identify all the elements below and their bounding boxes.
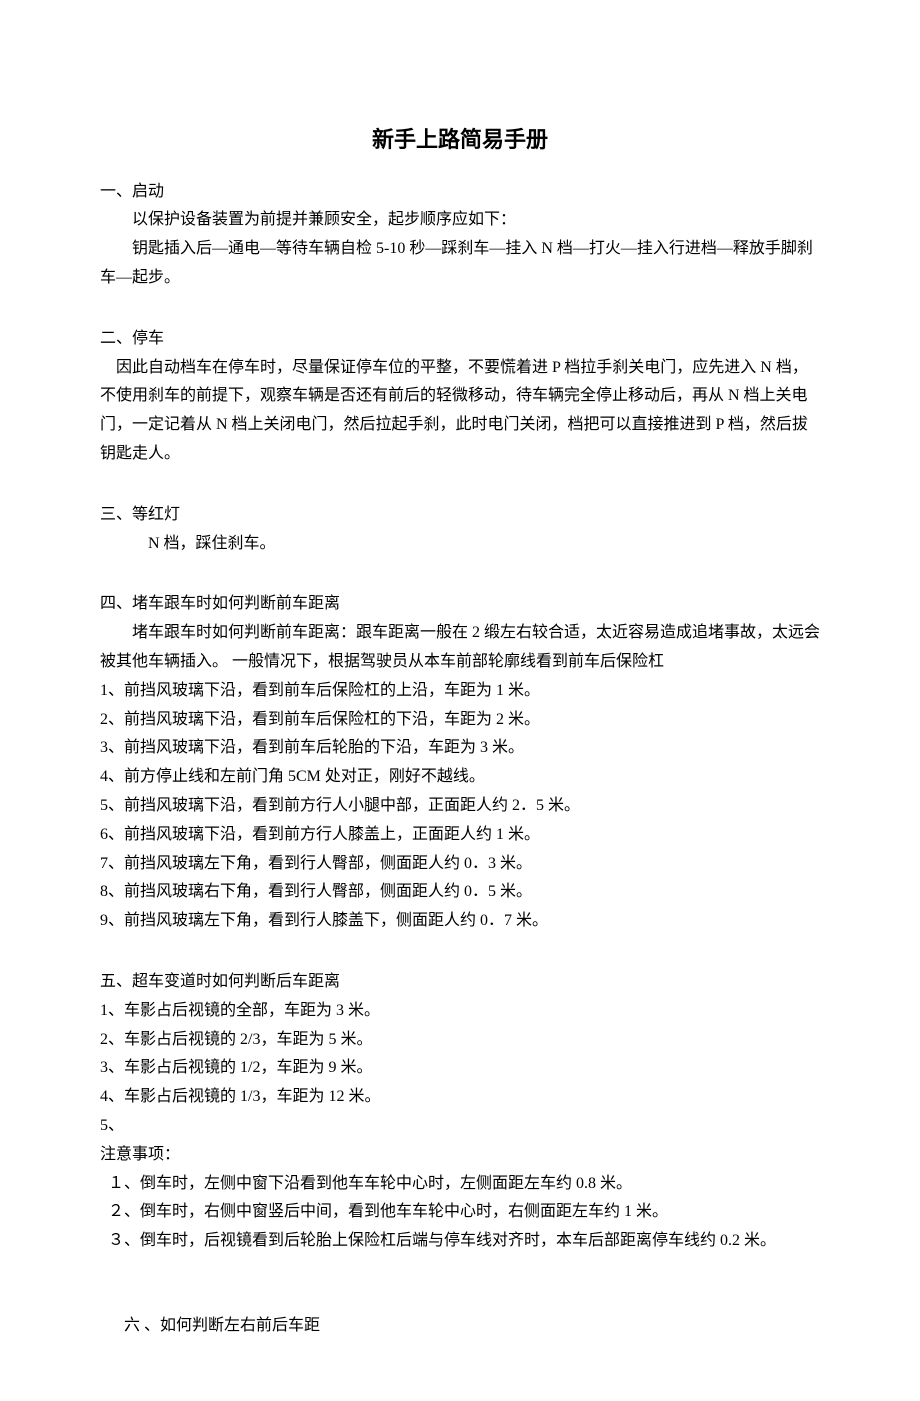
section-5-item-5: 5、 <box>100 1112 820 1141</box>
section-4-item-9: 9、前挡风玻璃左下角，看到行人膝盖下，侧面距人约 0．7 米。 <box>100 907 820 936</box>
section-5-item-1: 1、车影占后视镜的全部，车距为 3 米。 <box>100 997 820 1026</box>
section-3-heading: 三、等红灯 <box>100 501 820 530</box>
section-5-note-2: ２、倒车时，右侧中窗竖后中间，看到他车车轮中心时，右侧面距左车约 1 米。 <box>100 1198 820 1227</box>
section-4-item-1: 1、前挡风玻璃下沿，看到前车后保险杠的上沿，车距为 1 米。 <box>100 677 820 706</box>
section-2-heading: 二、停车 <box>100 325 820 354</box>
spacer <box>100 1284 820 1312</box>
section-2-para-1: 因此自动档车在停车时，尽量保证停车位的平整，不要慌着进 P 档拉手刹关电门，应先… <box>100 354 820 469</box>
section-4-item-2: 2、前挡风玻璃下沿，看到前车后保险杠的下沿，车距为 2 米。 <box>100 706 820 735</box>
section-1-heading: 一、启动 <box>100 178 820 207</box>
spacer <box>100 558 820 586</box>
section-4-item-8: 8、前挡风玻璃右下角，看到行人臀部，侧面距人约 0．5 米。 <box>100 878 820 907</box>
section-5-item-4: 4、车影占后视镜的 1/3，车距为 12 米。 <box>100 1083 820 1112</box>
spacer <box>100 293 820 321</box>
spacer <box>100 1256 820 1284</box>
section-5-note-1: １、倒车时，左侧中窗下沿看到他车车轮中心时，左侧面距左车约 0.8 米。 <box>100 1170 820 1199</box>
section-5-item-3: 3、车影占后视镜的 1/2，车距为 9 米。 <box>100 1054 820 1083</box>
section-1-para-2: 钥匙插入后—通电—等待车辆自检 5-10 秒—踩刹车—挂入 N 档—打火—挂入行… <box>100 235 820 293</box>
section-5-item-2: 2、车影占后视镜的 2/3，车距为 5 米。 <box>100 1026 820 1055</box>
section-5-heading: 五、超车变道时如何判断后车距离 <box>100 968 820 997</box>
page-title: 新手上路简易手册 <box>100 120 820 160</box>
spacer <box>100 936 820 964</box>
section-6-heading: 六 、如何判断左右前后车距 <box>100 1312 820 1341</box>
section-4-item-7: 7、前挡风玻璃左下角，看到行人臀部，侧面距人约 0．3 米。 <box>100 850 820 879</box>
section-4-item-5: 5、前挡风玻璃下沿，看到前方行人小腿中部，正面距人约 2．5 米。 <box>100 792 820 821</box>
section-4-item-4: 4、前方停止线和左前门角 5CM 处对正，刚好不越线。 <box>100 763 820 792</box>
section-4-heading: 四、堵车跟车时如何判断前车距离 <box>100 590 820 619</box>
section-3-para-1: N 档，踩住刹车。 <box>100 530 820 559</box>
section-5-note-3: ３、倒车时，后视镜看到后轮胎上保险杠后端与停车线对齐时，本车后部距离停车线约 0… <box>100 1227 820 1256</box>
section-4-para-1: 堵车跟车时如何判断前车距离：跟车距离一般在 2 缎左右较合适，太近容易造成追堵事… <box>100 619 820 677</box>
section-1-para-1: 以保护设备装置为前提并兼顾安全，起步顺序应如下： <box>100 206 820 235</box>
section-4-item-6: 6、前挡风玻璃下沿，看到前方行人膝盖上，正面距人约 1 米。 <box>100 821 820 850</box>
section-5-note-heading: 注意事项： <box>100 1141 820 1170</box>
section-4-item-3: 3、前挡风玻璃下沿，看到前车后轮胎的下沿，车距为 3 米。 <box>100 734 820 763</box>
spacer <box>100 469 820 497</box>
